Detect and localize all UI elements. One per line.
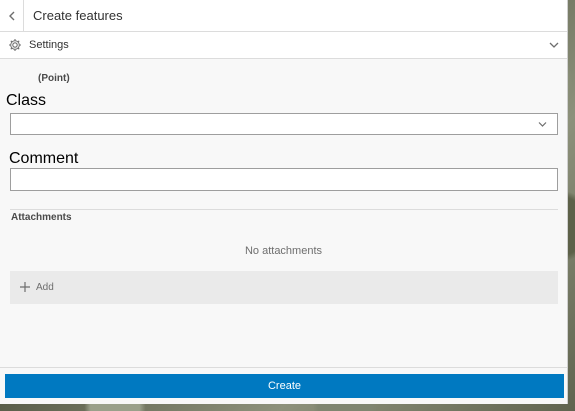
add-label: Add xyxy=(36,282,54,293)
class-field-label: Class xyxy=(6,92,47,109)
gear-icon xyxy=(9,39,21,51)
chevron-down-icon xyxy=(538,122,547,127)
panel-header: Create features xyxy=(0,0,567,32)
comment-input[interactable] xyxy=(10,168,558,191)
settings-label: Settings xyxy=(29,39,69,51)
footer-divider xyxy=(0,367,567,368)
create-features-panel: Create features Settings (Point) Class C… xyxy=(0,0,568,404)
chevron-left-icon xyxy=(8,11,14,20)
attachments-title: Attachments xyxy=(11,212,72,223)
back-button[interactable] xyxy=(0,0,24,31)
comment-field-label: Comment xyxy=(9,150,79,167)
plus-icon xyxy=(20,282,30,292)
create-button[interactable]: Create xyxy=(5,374,564,398)
no-attachments-text: No attachments xyxy=(244,245,323,257)
add-attachment-button[interactable]: Add xyxy=(10,271,558,304)
page-title: Create features xyxy=(33,8,123,23)
layer-type-label: (Point) xyxy=(38,73,70,84)
class-select[interactable] xyxy=(10,113,558,135)
section-divider xyxy=(10,209,558,210)
settings-toggle[interactable]: Settings xyxy=(0,32,567,59)
chevron-down-icon xyxy=(549,42,559,48)
